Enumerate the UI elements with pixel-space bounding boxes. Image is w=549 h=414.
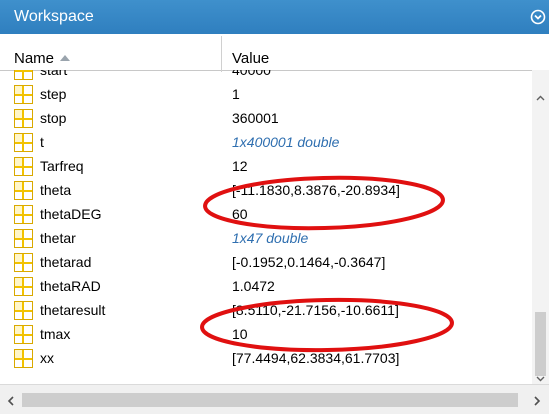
table-row[interactable]: stop 360001: [0, 108, 532, 130]
table-row[interactable]: thetar 1x47 double: [0, 228, 532, 250]
variable-name: thetar: [40, 230, 76, 246]
column-header-name-label: Name: [14, 50, 55, 67]
workspace-title-bar[interactable]: Workspace: [0, 0, 549, 34]
table-row[interactable]: thetaresult [8.5110,-21.7156,-10.6611]: [0, 300, 532, 322]
column-header-row: Name Value: [0, 34, 549, 71]
variable-array-icon: [14, 109, 33, 128]
variable-value: 12: [232, 158, 248, 174]
variable-array-icon: [14, 277, 33, 296]
table-row[interactable]: start 40000: [0, 70, 532, 82]
workspace-panel: Workspace Name Value start 40000 step 1 …: [0, 0, 549, 414]
variable-array-icon: [14, 157, 33, 176]
variable-array-icon: [14, 133, 33, 152]
variable-name: start: [40, 70, 68, 78]
table-row[interactable]: xx [77.4494,62.3834,61.7703]: [0, 348, 532, 370]
table-row[interactable]: step 1: [0, 84, 532, 106]
horizontal-scrollbar-thumb[interactable]: [22, 393, 518, 407]
table-row[interactable]: tmax 10: [0, 324, 532, 346]
variable-array-icon: [14, 181, 33, 200]
variable-name: step: [40, 86, 67, 102]
variable-name: Tarfreq: [40, 158, 84, 174]
table-row[interactable]: thetaRAD 1.0472: [0, 276, 532, 298]
scroll-down-arrow-icon[interactable]: [536, 370, 545, 382]
variable-value: 40000: [232, 70, 271, 78]
variable-array-icon: [14, 70, 33, 80]
table-row[interactable]: thetarad [-0.1952,0.1464,-0.3647]: [0, 252, 532, 274]
variable-name: thetaresult: [40, 302, 106, 318]
table-row[interactable]: Tarfreq 12: [0, 156, 532, 178]
workspace-title: Workspace: [14, 8, 94, 25]
variable-value: 60: [232, 206, 248, 222]
variable-value: [77.4494,62.3834,61.7703]: [232, 350, 400, 366]
variable-name: thetaRAD: [40, 278, 101, 294]
variable-name: thetarad: [40, 254, 92, 270]
circle-chevron-down-icon[interactable]: [527, 6, 549, 28]
variable-array-icon: [14, 301, 33, 320]
vertical-scrollbar-thumb[interactable]: [535, 312, 546, 376]
variable-value: 1x400001 double: [232, 134, 340, 150]
variable-value: 360001: [232, 110, 279, 126]
column-divider[interactable]: [221, 36, 222, 72]
variable-value: 10: [232, 326, 248, 342]
table-row[interactable]: t 1x400001 double: [0, 132, 532, 154]
variable-value: [-11.1830,8.3876,-20.8934]: [232, 182, 400, 198]
column-header-name[interactable]: Name: [14, 50, 71, 67]
variable-name: tmax: [40, 326, 71, 342]
horizontal-scrollbar[interactable]: [0, 384, 549, 414]
variable-array-icon: [14, 229, 33, 248]
scroll-up-arrow-icon[interactable]: [536, 90, 545, 101]
variable-name: stop: [40, 110, 67, 126]
variable-name: t: [40, 134, 44, 150]
table-row[interactable]: thetaDEG 60: [0, 204, 532, 226]
vertical-scrollbar[interactable]: [532, 70, 549, 384]
variable-value: 1.0472: [232, 278, 275, 294]
variable-value: 1: [232, 86, 240, 102]
scroll-left-arrow-icon[interactable]: [6, 394, 16, 406]
variable-array-icon: [14, 325, 33, 344]
variable-value: [8.5110,-21.7156,-10.6611]: [232, 302, 399, 318]
variable-value: [-0.1952,0.1464,-0.3647]: [232, 254, 386, 270]
variable-array-icon: [14, 253, 33, 272]
variable-value: 1x47 double: [232, 230, 309, 246]
variable-name: thetaDEG: [40, 206, 102, 222]
sort-ascending-icon: [60, 55, 71, 61]
variable-array-icon: [14, 205, 33, 224]
scroll-right-arrow-icon[interactable]: [532, 394, 542, 406]
column-header-value[interactable]: Value: [232, 50, 269, 67]
variable-name: theta: [40, 182, 72, 198]
table-row[interactable]: theta [-11.1830,8.3876,-20.8934]: [0, 180, 532, 202]
variable-name: xx: [40, 350, 54, 366]
variable-list: start 40000 step 1 stop 360001 t 1x40000…: [0, 70, 532, 384]
variable-array-icon: [14, 349, 33, 368]
variable-array-icon: [14, 85, 33, 104]
